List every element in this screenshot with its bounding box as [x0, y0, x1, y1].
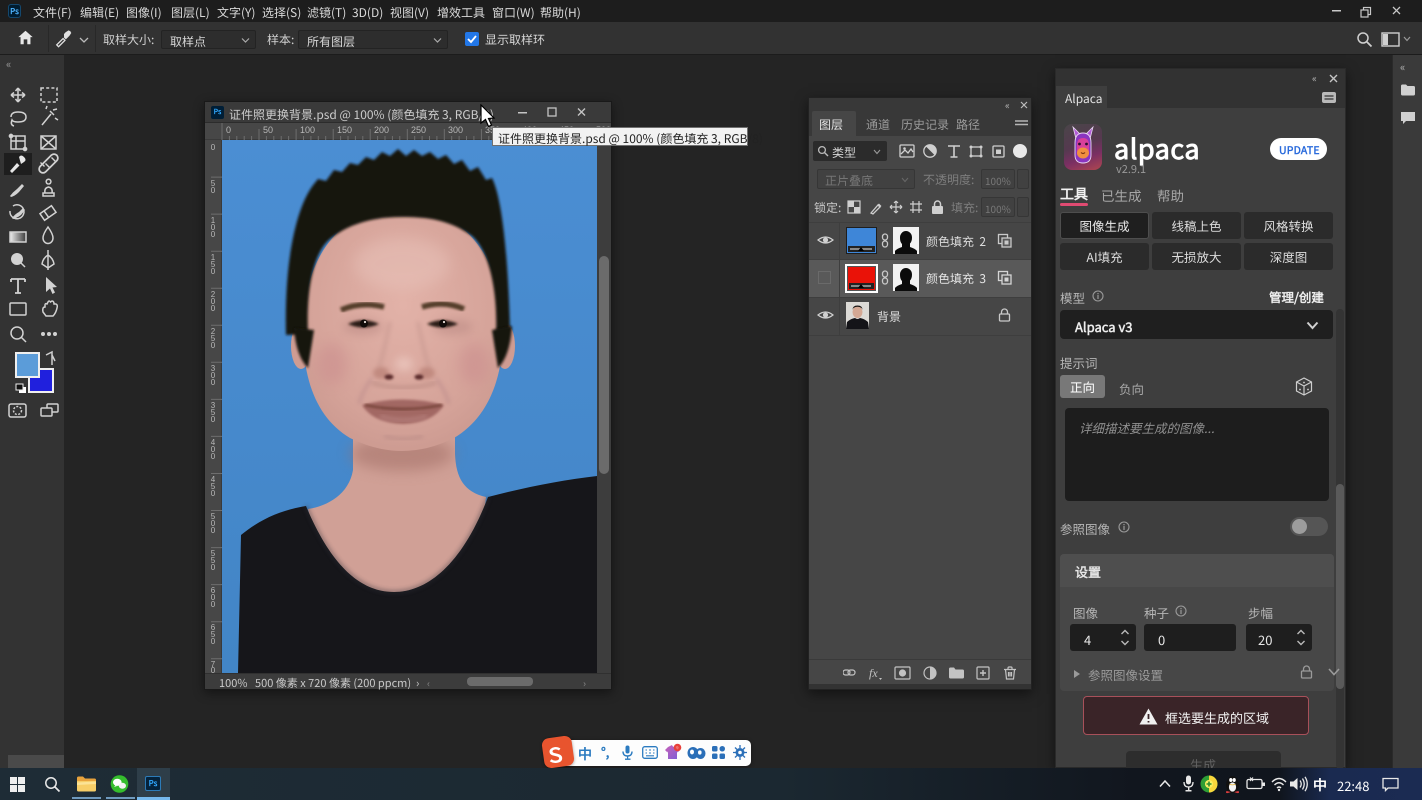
svg-text:50: 50	[263, 125, 273, 135]
svg-text:fx: fx	[869, 666, 878, 680]
svg-text:0: 0	[211, 143, 216, 152]
svg-text:200: 200	[374, 125, 389, 135]
svg-text:0: 0	[211, 563, 216, 572]
svg-text:0: 0	[226, 125, 231, 135]
svg-text:0: 0	[211, 378, 216, 387]
svg-text:0: 0	[211, 526, 216, 535]
svg-text:0: 0	[211, 666, 216, 673]
svg-text:0: 0	[211, 341, 216, 350]
svg-text:0: 0	[211, 600, 216, 609]
svg-text:0: 0	[211, 415, 216, 424]
svg-text:0: 0	[211, 304, 216, 313]
svg-text:0: 0	[211, 186, 216, 195]
svg-text:150: 150	[337, 125, 352, 135]
svg-text:0: 0	[211, 489, 216, 498]
svg-text:0: 0	[211, 452, 216, 461]
svg-text:0: 0	[211, 637, 216, 646]
svg-text:250: 250	[411, 125, 426, 135]
svg-text:100: 100	[300, 125, 315, 135]
svg-text:0: 0	[211, 267, 216, 276]
svg-text:0: 0	[211, 230, 216, 239]
svg-text:300: 300	[448, 125, 463, 135]
